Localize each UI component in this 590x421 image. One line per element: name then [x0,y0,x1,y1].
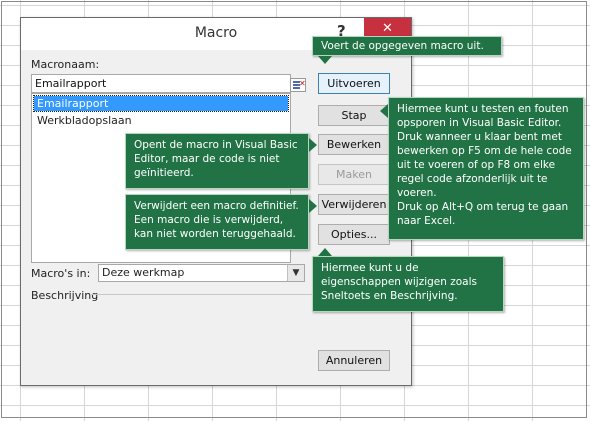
macros-in-value: Deze werkmap [102,266,185,279]
chevron-down-icon[interactable]: ▼ [287,265,304,281]
cancel-button[interactable]: Annuleren [318,350,390,371]
callout-delete-pointer [309,199,317,213]
delete-button[interactable]: Verwijderen [318,194,390,215]
options-button[interactable]: Opties... [318,224,390,245]
callout-options: Hiermee kunt u de eigenschappen wijzigen… [312,256,504,312]
macro-name-input[interactable]: Emailrapport [31,74,291,93]
create-button: Maken [318,164,390,185]
callout-edit: Opent de macro in Visual Basic Editor, m… [125,133,309,189]
macros-in-select[interactable]: Deze werkmap ▼ [98,264,305,282]
callout-run-pointer [318,56,332,64]
macros-in-label: Macro's in: [31,267,91,280]
callout-options-pointer [318,248,332,256]
close-icon: ✕ [382,21,393,36]
callout-delete: Verwijdert een macro definitief. Een mac… [125,194,309,250]
callout-edit-pointer [309,138,317,152]
run-button[interactable]: Uitvoeren [318,73,390,94]
callout-run: Voert de opgegeven macro uit. [312,36,502,56]
range-picker-icon[interactable] [290,78,306,92]
macro-name-label: Macronaam: [31,58,100,71]
edit-button[interactable]: Bewerken [318,134,390,155]
list-item[interactable]: Emailrapport [33,95,289,112]
callout-step-pointer [380,104,388,118]
list-item[interactable]: Werkbladopslaan [34,113,288,128]
description-label: Beschrijving [31,289,99,302]
callout-step: Hiermee kunt u testen en fouten opsporen… [388,97,584,240]
